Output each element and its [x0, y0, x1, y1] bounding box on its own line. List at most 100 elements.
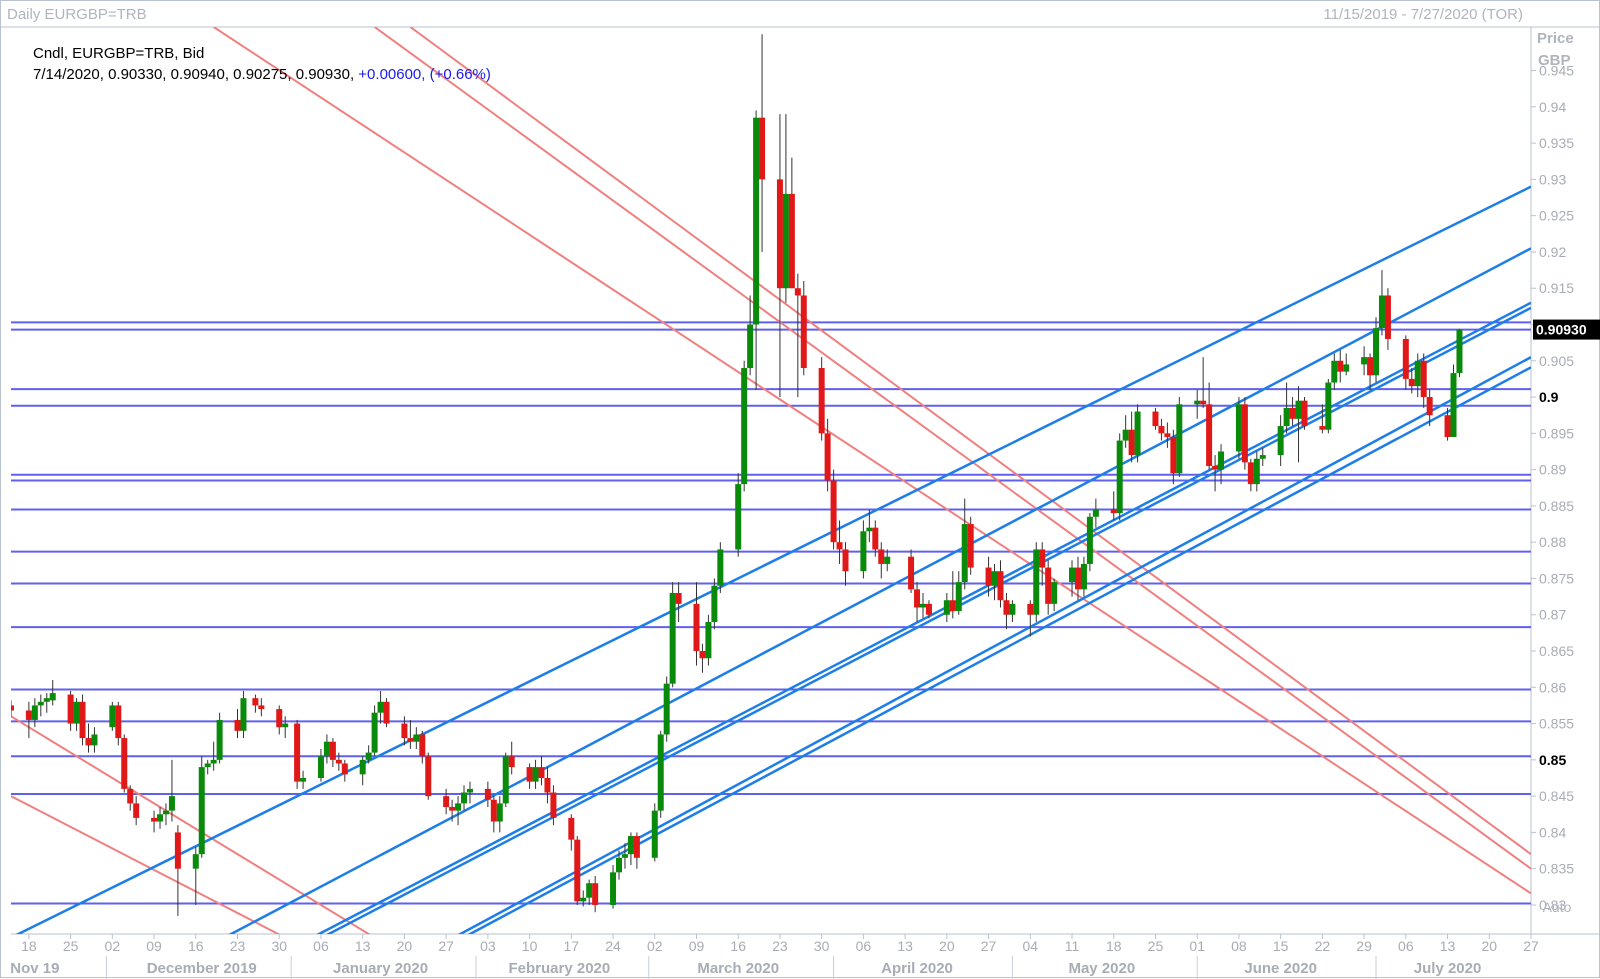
auto-scale-button[interactable]: Auto: [1537, 897, 1577, 917]
chart-title: Daily EURGBP=TRB: [7, 6, 147, 23]
candle-down: [1402, 335, 1409, 390]
candle-down: [967, 516, 974, 575]
plot-area: [11, 27, 1531, 934]
candle-down: [1301, 397, 1308, 430]
x-tick-label: 22: [1315, 938, 1331, 954]
x-tick-label: 23: [772, 938, 788, 954]
candle-up: [377, 690, 384, 724]
candle-body: [1426, 397, 1433, 416]
candle-body: [747, 324, 754, 369]
candle-body: [800, 295, 807, 369]
candle-down: [1206, 382, 1213, 470]
candle-body: [866, 527, 873, 532]
x-tick-label: 15: [1273, 938, 1289, 954]
candle-down: [341, 759, 348, 782]
candle-body: [1402, 339, 1409, 379]
candle-body: [1414, 360, 1421, 387]
candle-up: [1086, 513, 1093, 572]
candle-body: [174, 832, 181, 869]
candle-body: [872, 527, 879, 550]
candle-body: [425, 756, 432, 797]
candle-body: [317, 756, 324, 778]
candle-body: [240, 698, 247, 731]
y-tick-label: 0.855: [1539, 716, 1574, 732]
candle-body: [675, 592, 682, 604]
candle-body: [455, 803, 462, 811]
candle-body: [920, 603, 926, 608]
candle-down: [383, 698, 390, 728]
x-tick-label: 20: [1481, 938, 1497, 954]
candle-up: [317, 748, 324, 782]
candle-body: [25, 710, 32, 720]
candle-body: [1176, 404, 1183, 474]
candle-body: [365, 752, 372, 760]
candle-up: [1033, 542, 1040, 622]
candle-up: [663, 676, 670, 742]
candle-body: [794, 288, 801, 296]
y-tick-label: 0.86: [1539, 679, 1566, 695]
candle-body: [31, 705, 38, 720]
x-tick-label: 25: [63, 938, 79, 954]
candle-body: [878, 549, 885, 564]
candle-body: [1456, 329, 1463, 374]
candle-body: [502, 756, 509, 804]
candle-down: [776, 114, 783, 398]
candle-down: [79, 694, 86, 746]
candle-body: [1444, 415, 1451, 437]
candle-up: [991, 563, 998, 601]
candle-body: [1128, 429, 1135, 456]
candle-down: [174, 825, 181, 916]
legend-ohlc-values: 7/14/2020, 0.90330, 0.90940, 0.90275, 0.…: [33, 66, 355, 83]
candle-body: [204, 763, 211, 768]
candle-body: [490, 799, 497, 822]
candle-body: [818, 368, 825, 434]
candle-body: [413, 734, 420, 742]
candle-up: [586, 879, 593, 905]
candle-up: [884, 549, 891, 572]
candle-body: [1033, 549, 1040, 615]
candle-body: [234, 719, 241, 731]
candle-body: [168, 796, 175, 811]
candle-body: [1367, 357, 1374, 376]
x-tick-label: 09: [689, 938, 705, 954]
candle-up: [162, 803, 169, 826]
candle-up: [300, 770, 307, 789]
candle-body: [663, 683, 670, 735]
candle-down: [1027, 600, 1034, 637]
candle-up: [1122, 415, 1129, 448]
candle-up: [1259, 447, 1266, 466]
candle-down: [1170, 429, 1177, 485]
candle-body: [1247, 462, 1254, 485]
candle-down: [574, 836, 581, 905]
candle-body: [1170, 436, 1177, 474]
candle-down: [1128, 411, 1135, 463]
candle-body: [1235, 404, 1242, 452]
candle-body: [627, 836, 634, 855]
candle-down: [830, 469, 837, 550]
candle-body: [824, 433, 831, 481]
candle-down: [419, 730, 426, 764]
candle-body: [776, 179, 783, 289]
candle-body: [1331, 360, 1338, 383]
candle-body: [466, 788, 473, 793]
candle-down: [85, 723, 92, 753]
candle-body: [419, 734, 426, 757]
candle-up: [1253, 451, 1260, 492]
candle-down: [1200, 357, 1207, 408]
price-axis-title: Price: [1537, 30, 1574, 47]
candle-up: [1092, 498, 1099, 528]
legend-line-1: Cndl, EURGBP=TRB, Bid: [33, 45, 205, 62]
candle-up: [157, 807, 164, 829]
candle-body: [335, 759, 342, 764]
candle-body: [699, 651, 706, 659]
candle-body: [1116, 440, 1123, 514]
candle-body: [294, 723, 301, 782]
x-tick-label: 02: [105, 938, 121, 954]
x-tick-label: 20: [397, 938, 413, 954]
candle-down: [1289, 397, 1296, 427]
candle-body: [788, 193, 795, 289]
candle-body: [1134, 411, 1141, 456]
candle-body: [717, 549, 724, 586]
candle-body: [991, 571, 998, 586]
candle-up: [1373, 317, 1380, 383]
